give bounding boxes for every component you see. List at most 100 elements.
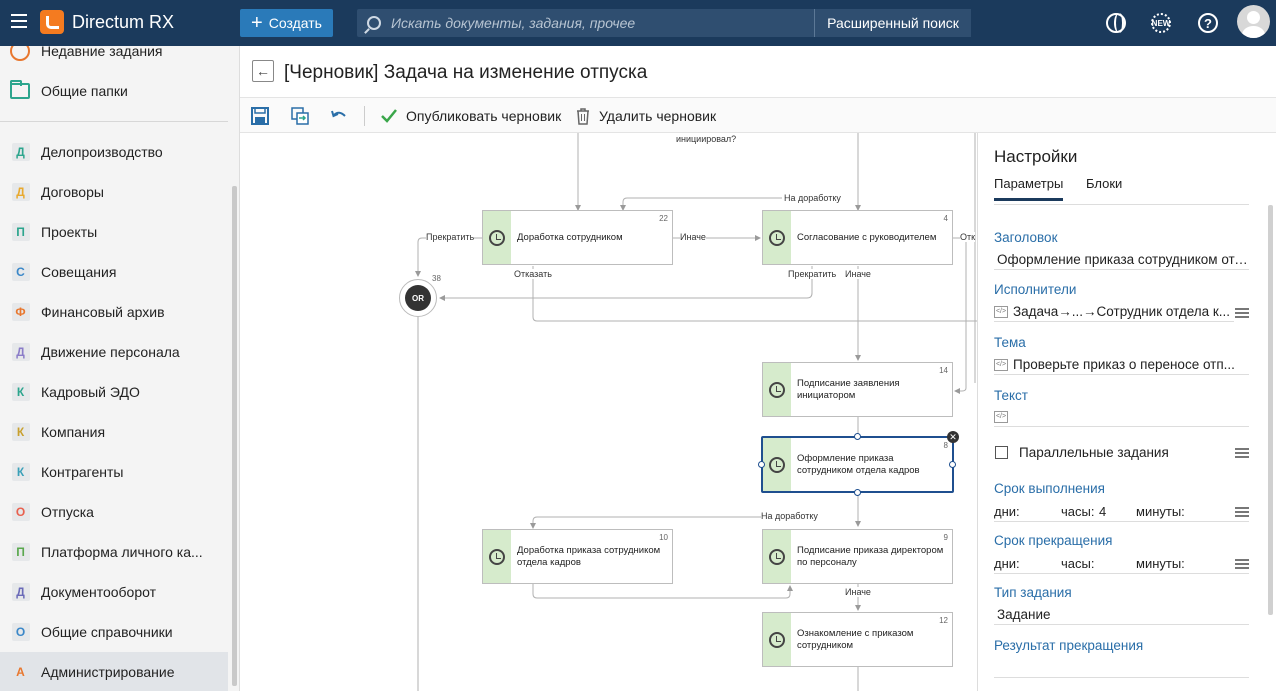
avatar[interactable] — [1237, 5, 1270, 38]
scheme-block-selected[interactable]: Оформление приказа сотрудником отдела ка… — [761, 436, 954, 493]
back-button[interactable]: ← — [252, 60, 274, 82]
search-input[interactable] — [391, 15, 791, 31]
scheme-block[interactable]: Доработка сотрудником 22 — [482, 210, 673, 265]
save-icon[interactable] — [251, 107, 269, 125]
parallel-tasks-checkbox[interactable] — [995, 446, 1008, 459]
scheme-block[interactable]: Ознакомление с приказом сотрудником 12 — [762, 612, 953, 667]
settings-sliders-icon[interactable] — [1235, 447, 1249, 459]
new-features-icon[interactable]: NEW — [1151, 13, 1171, 33]
sidebar-scrollbar[interactable] — [232, 186, 237, 686]
block-title: Доработка сотрудником — [517, 231, 623, 243]
sidebar-divider — [0, 121, 228, 122]
or-node[interactable]: OR — [399, 279, 437, 317]
clock-icon — [769, 632, 785, 648]
abort-result-field[interactable] — [994, 658, 1249, 678]
sidebar-item-label: Отпуска — [41, 504, 94, 520]
sidebar-item-module[interactable]: К Кадровый ЭДО — [0, 372, 228, 412]
block-title: Согласование с руководителем — [797, 231, 937, 243]
publish-draft-button[interactable]: Опубликовать черновик — [380, 106, 561, 126]
top-bar: Directum RX + Создать Расширенный поиск … — [0, 0, 1276, 46]
edge-label: Отк — [960, 232, 976, 242]
block-band — [483, 530, 511, 583]
settings-panel: Настройки Параметры Блоки Заголовок Офор… — [977, 133, 1276, 691]
edge-label: Отказать — [514, 269, 552, 279]
module-letter-icon: К — [0, 463, 41, 481]
module-letter-icon: Д — [0, 583, 41, 601]
edge-label: Иначе — [845, 269, 871, 279]
help-icon[interactable]: ? — [1198, 13, 1218, 33]
edge-label: Иначе — [680, 232, 706, 242]
scheme-block[interactable]: Доработка приказа сотрудником отдела кад… — [482, 529, 673, 584]
block-title: Ознакомление с приказом сотрудником — [797, 627, 914, 651]
block-band — [763, 530, 791, 583]
sidebar-item-module[interactable]: О Общие справочники — [0, 612, 228, 652]
scheme-block[interactable]: Подписание приказа директором по персона… — [762, 529, 953, 584]
block-number: 22 — [659, 214, 668, 223]
tab-parameters[interactable]: Параметры — [994, 176, 1064, 201]
task-type-field[interactable]: Задание — [994, 605, 1249, 625]
sidebar-item-module[interactable]: Д Документооборот — [0, 572, 228, 612]
heading-field[interactable]: Оформление приказа сотрудником отдела ка… — [994, 250, 1249, 270]
sidebar-item-module[interactable]: П Проекты — [0, 212, 228, 252]
sidebar-item-module[interactable]: О Отпуска — [0, 492, 228, 532]
block-title: Подписание приказа директором по персона… — [797, 544, 944, 568]
sidebar-item-label: Общие справочники — [41, 624, 173, 640]
scheme-block[interactable]: Согласование с руководителем 4 — [762, 210, 953, 265]
search-icon[interactable] — [367, 16, 381, 30]
sidebar-item-label: Контрагенты — [41, 464, 124, 480]
sidebar-item-module[interactable]: А Администрирование — [0, 652, 228, 691]
sidebar-item-module[interactable]: К Компания — [0, 412, 228, 452]
sidebar-item-label: Кадровый ЭДО — [41, 384, 140, 400]
advanced-search-button[interactable]: Расширенный поиск — [814, 9, 971, 37]
sidebar-item-module[interactable]: Д Движение персонала — [0, 332, 228, 372]
performers-label: Исполнители — [994, 282, 1077, 297]
abort-duration[interactable]: дни: часы: минуты: — [994, 554, 1249, 574]
app-logo-text: Directum RX — [72, 12, 175, 32]
sidebar-item-module[interactable]: Д Делопроизводство — [0, 132, 228, 172]
module-letter-icon: К — [0, 423, 41, 441]
sidebar-item-recent-tasks[interactable]: Недавние задания — [0, 46, 228, 71]
deadline-duration[interactable]: дни: часы: 4 минуты: — [994, 502, 1249, 522]
delete-draft-button[interactable]: Удалить черновик — [575, 106, 716, 126]
code-icon: </> — [994, 410, 1008, 423]
block-number: 4 — [943, 214, 948, 223]
scheme-canvas[interactable]: инициировал? На доработку Прекратить Ина… — [240, 133, 977, 691]
clock-icon — [769, 549, 785, 565]
sidebar-item-module[interactable]: Ф Финансовый архив — [0, 292, 228, 332]
subject-field[interactable]: </> Проверьте приказ о переносе отп... — [994, 355, 1249, 375]
panel-scrollbar[interactable] — [1268, 205, 1273, 615]
text-field[interactable]: </> — [994, 407, 1249, 427]
minutes-label: минуты: — [1136, 556, 1185, 571]
create-button[interactable]: + Создать — [240, 9, 333, 37]
performers-field[interactable]: </> Задача→...→Сотрудник отдела к... — [994, 302, 1234, 322]
connection-handle[interactable] — [854, 489, 861, 496]
connection-handle[interactable] — [949, 461, 956, 468]
settings-sliders-icon[interactable] — [1235, 307, 1249, 319]
settings-sliders-icon[interactable] — [1235, 558, 1249, 570]
scheme-block[interactable]: Подписание заявления инициатором 14 — [762, 362, 953, 417]
connection-handle[interactable] — [758, 461, 765, 468]
undo-icon[interactable] — [330, 107, 348, 125]
sidebar-item-module[interactable]: П Платформа личного ка... — [0, 532, 228, 572]
tab-blocks[interactable]: Блоки — [1086, 176, 1122, 191]
edge-label: На доработку — [761, 511, 818, 521]
connection-handle[interactable] — [854, 433, 861, 440]
module-letter-icon: К — [0, 383, 41, 401]
or-node-number: 38 — [432, 274, 441, 283]
sidebar-item-label: Делопроизводство — [41, 144, 163, 160]
sidebar-item-module[interactable]: С Совещания — [0, 252, 228, 292]
sidebar-item-shared-folders[interactable]: Общие папки — [0, 71, 228, 111]
module-letter-icon: Д — [0, 143, 41, 161]
save-and-close-icon[interactable] — [291, 107, 309, 125]
tabs-divider — [994, 204, 1249, 205]
heading-label: Заголовок — [994, 230, 1058, 245]
sidebar-item-module[interactable]: К Контрагенты — [0, 452, 228, 492]
hours-label: часы: — [1061, 556, 1095, 571]
sidebar-item-module[interactable]: Д Договоры — [0, 172, 228, 212]
toolbar-separator — [364, 106, 365, 126]
delete-block-icon[interactable]: ✕ — [947, 431, 959, 443]
settings-sliders-icon[interactable] — [1235, 506, 1249, 518]
globe-icon[interactable] — [1106, 13, 1126, 33]
edge-label: Иначе — [845, 587, 871, 597]
menu-icon[interactable] — [11, 14, 27, 28]
